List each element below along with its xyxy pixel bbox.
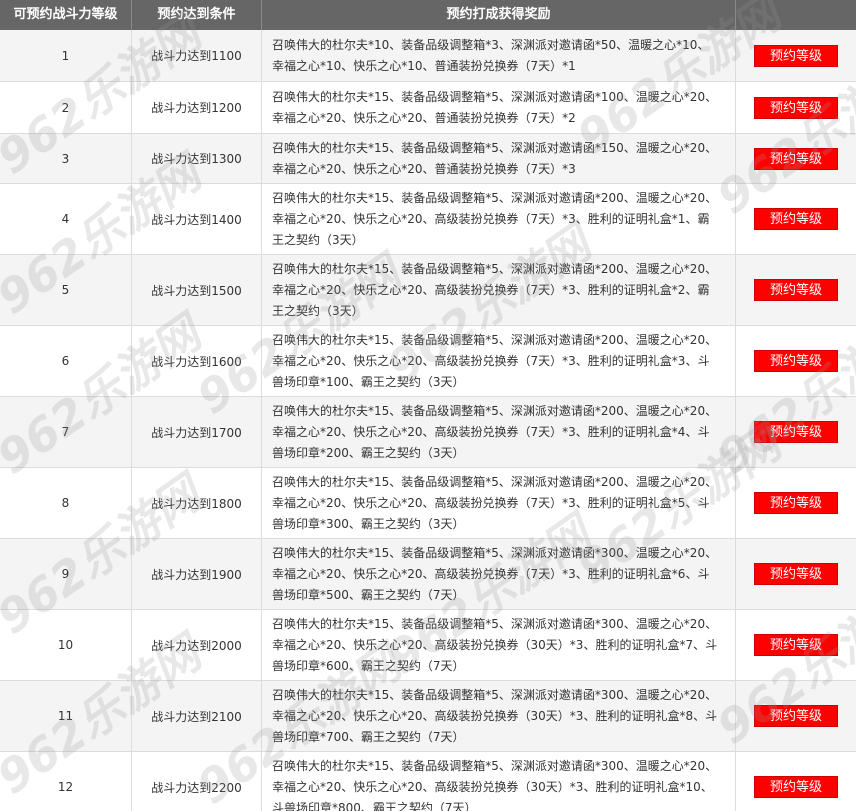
table-row: 4 战斗力达到1400 召唤伟大的杜尔夫*15、装备品级调整箱*5、深渊派对邀请函*… <box>0 184 856 255</box>
action-cell: 预约等级 <box>736 184 856 254</box>
level-cell: 5 <box>0 255 132 325</box>
action-cell: 预约等级 <box>736 397 856 467</box>
condition-cell: 战斗力达到1300 <box>132 134 262 183</box>
condition-cell: 战斗力达到1600 <box>132 326 262 396</box>
reserve-level-button[interactable]: 预约等级 <box>754 421 838 443</box>
condition-cell: 战斗力达到1100 <box>132 30 262 81</box>
action-cell: 预约等级 <box>736 134 856 183</box>
level-cell: 4 <box>0 184 132 254</box>
level-cell: 7 <box>0 397 132 467</box>
table-row: 10 战斗力达到2000 召唤伟大的杜尔夫*15、装备品级调整箱*5、深渊派对邀请函… <box>0 610 856 681</box>
reserve-level-button[interactable]: 预约等级 <box>754 44 838 67</box>
header-action <box>736 0 856 30</box>
level-cell: 8 <box>0 468 132 538</box>
table-row: 8 战斗力达到1800 召唤伟大的杜尔夫*15、装备品级调整箱*5、深渊派对邀请函*… <box>0 468 856 539</box>
table-row: 9 战斗力达到1900 召唤伟大的杜尔夫*15、装备品级调整箱*5、深渊派对邀请函*… <box>0 539 856 610</box>
action-cell: 预约等级 <box>736 82 856 133</box>
reward-cell: 召唤伟大的杜尔夫*15、装备品级调整箱*5、深渊派对邀请函*200、温暖之心*2… <box>262 326 736 396</box>
reserve-level-button[interactable]: 预约等级 <box>754 492 838 514</box>
reserve-level-button[interactable]: 预约等级 <box>754 350 838 372</box>
action-cell: 预约等级 <box>736 255 856 325</box>
level-cell: 10 <box>0 610 132 680</box>
reward-cell: 召唤伟大的杜尔夫*15、装备品级调整箱*5、深渊派对邀请函*150、温暖之心*2… <box>262 134 736 183</box>
condition-cell: 战斗力达到1800 <box>132 468 262 538</box>
reward-text: 召唤伟大的杜尔夫*15、装备品级调整箱*5、深渊派对邀请函*300、温暖之心*2… <box>272 687 718 744</box>
reward-text: 召唤伟大的杜尔夫*15、装备品级调整箱*5、深渊派对邀请函*200、温暖之心*2… <box>272 190 718 247</box>
reward-text: 召唤伟大的杜尔夫*15、装备品级调整箱*5、深渊派对邀请函*200、温暖之心*2… <box>272 474 718 531</box>
condition-cell: 战斗力达到1900 <box>132 539 262 609</box>
reward-cell: 召唤伟大的杜尔夫*15、装备品级调整箱*5、深渊派对邀请函*200、温暖之心*2… <box>262 184 736 254</box>
table-row: 12 战斗力达到2200 召唤伟大的杜尔夫*15、装备品级调整箱*5、深渊派对邀请函… <box>0 752 856 811</box>
action-cell: 预约等级 <box>736 610 856 680</box>
reward-text: 召唤伟大的杜尔夫*15、装备品级调整箱*5、深渊派对邀请函*300、温暖之心*2… <box>272 758 718 811</box>
level-cell: 2 <box>0 82 132 133</box>
action-cell: 预约等级 <box>736 468 856 538</box>
reserve-level-button[interactable]: 预约等级 <box>754 776 838 798</box>
table-header: 可预约战斗力等级 预约达到条件 预约打成获得奖励 <box>0 0 856 30</box>
table-row: 1 战斗力达到1100 召唤伟大的杜尔夫*10、装备品级调整箱*3、深渊派对邀请函*… <box>0 30 856 82</box>
reward-text: 召唤伟大的杜尔夫*15、装备品级调整箱*5、深渊派对邀请函*300、温暖之心*2… <box>272 616 718 673</box>
action-cell: 预约等级 <box>736 539 856 609</box>
reservation-table: 可预约战斗力等级 预约达到条件 预约打成获得奖励 1 战斗力达到1100 召唤伟大的… <box>0 0 856 811</box>
condition-cell: 战斗力达到1500 <box>132 255 262 325</box>
condition-cell: 战斗力达到1200 <box>132 82 262 133</box>
reward-text: 召唤伟大的杜尔夫*15、装备品级调整箱*5、深渊派对邀请函*300、温暖之心*2… <box>272 545 718 602</box>
reward-text: 召唤伟大的杜尔夫*15、装备品级调整箱*5、深渊派对邀请函*200、温暖之心*2… <box>272 403 718 460</box>
reward-cell: 召唤伟大的杜尔夫*15、装备品级调整箱*5、深渊派对邀请函*100、温暖之心*2… <box>262 82 736 133</box>
level-cell: 12 <box>0 752 132 811</box>
table-row: 2 战斗力达到1200 召唤伟大的杜尔夫*15、装备品级调整箱*5、深渊派对邀请函*… <box>0 82 856 134</box>
reward-cell: 召唤伟大的杜尔夫*10、装备品级调整箱*3、深渊派对邀请函*50、温暖之心*10… <box>262 30 736 81</box>
level-cell: 6 <box>0 326 132 396</box>
level-cell: 11 <box>0 681 132 751</box>
header-reward: 预约打成获得奖励 <box>262 0 736 30</box>
condition-cell: 战斗力达到2200 <box>132 752 262 811</box>
reserve-level-button[interactable]: 预约等级 <box>754 96 838 119</box>
reward-text: 召唤伟大的杜尔夫*15、装备品级调整箱*5、深渊派对邀请函*150、温暖之心*2… <box>272 140 718 176</box>
reward-text: 召唤伟大的杜尔夫*15、装备品级调整箱*5、深渊派对邀请函*200、温暖之心*2… <box>272 332 718 389</box>
reserve-level-button[interactable]: 预约等级 <box>754 279 838 301</box>
condition-cell: 战斗力达到1400 <box>132 184 262 254</box>
reward-cell: 召唤伟大的杜尔夫*15、装备品级调整箱*5、深渊派对邀请函*200、温暖之心*2… <box>262 397 736 467</box>
reserve-level-button[interactable]: 预约等级 <box>754 147 838 170</box>
reward-text: 召唤伟大的杜尔夫*15、装备品级调整箱*5、深渊派对邀请函*100、温暖之心*2… <box>272 89 718 125</box>
level-cell: 3 <box>0 134 132 183</box>
table-row: 5 战斗力达到1500 召唤伟大的杜尔夫*15、装备品级调整箱*5、深渊派对邀请函*… <box>0 255 856 326</box>
action-cell: 预约等级 <box>736 752 856 811</box>
table-row: 6 战斗力达到1600 召唤伟大的杜尔夫*15、装备品级调整箱*5、深渊派对邀请函*… <box>0 326 856 397</box>
reserve-level-button[interactable]: 预约等级 <box>754 634 838 656</box>
action-cell: 预约等级 <box>736 30 856 81</box>
action-cell: 预约等级 <box>736 326 856 396</box>
reserve-level-button[interactable]: 预约等级 <box>754 208 838 230</box>
table-row: 7 战斗力达到1700 召唤伟大的杜尔夫*15、装备品级调整箱*5、深渊派对邀请函*… <box>0 397 856 468</box>
table-row: 3 战斗力达到1300 召唤伟大的杜尔夫*15、装备品级调整箱*5、深渊派对邀请函*… <box>0 134 856 184</box>
reward-cell: 召唤伟大的杜尔夫*15、装备品级调整箱*5、深渊派对邀请函*300、温暖之心*2… <box>262 681 736 751</box>
reward-cell: 召唤伟大的杜尔夫*15、装备品级调整箱*5、深渊派对邀请函*200、温暖之心*2… <box>262 255 736 325</box>
action-cell: 预约等级 <box>736 681 856 751</box>
reserve-level-button[interactable]: 预约等级 <box>754 563 838 585</box>
reward-text: 召唤伟大的杜尔夫*15、装备品级调整箱*5、深渊派对邀请函*200、温暖之心*2… <box>272 261 718 318</box>
condition-cell: 战斗力达到2000 <box>132 610 262 680</box>
condition-cell: 战斗力达到1700 <box>132 397 262 467</box>
table-row: 11 战斗力达到2100 召唤伟大的杜尔夫*15、装备品级调整箱*5、深渊派对邀请函… <box>0 681 856 752</box>
header-condition: 预约达到条件 <box>132 0 262 30</box>
level-cell: 9 <box>0 539 132 609</box>
level-cell: 1 <box>0 30 132 81</box>
reward-cell: 召唤伟大的杜尔夫*15、装备品级调整箱*5、深渊派对邀请函*200、温暖之心*2… <box>262 468 736 538</box>
header-level: 可预约战斗力等级 <box>0 0 132 30</box>
condition-cell: 战斗力达到2100 <box>132 681 262 751</box>
reward-cell: 召唤伟大的杜尔夫*15、装备品级调整箱*5、深渊派对邀请函*300、温暖之心*2… <box>262 752 736 811</box>
reward-cell: 召唤伟大的杜尔夫*15、装备品级调整箱*5、深渊派对邀请函*300、温暖之心*2… <box>262 610 736 680</box>
reward-text: 召唤伟大的杜尔夫*10、装备品级调整箱*3、深渊派对邀请函*50、温暖之心*10… <box>272 37 710 73</box>
reward-cell: 召唤伟大的杜尔夫*15、装备品级调整箱*5、深渊派对邀请函*300、温暖之心*2… <box>262 539 736 609</box>
reserve-level-button[interactable]: 预约等级 <box>754 705 838 727</box>
